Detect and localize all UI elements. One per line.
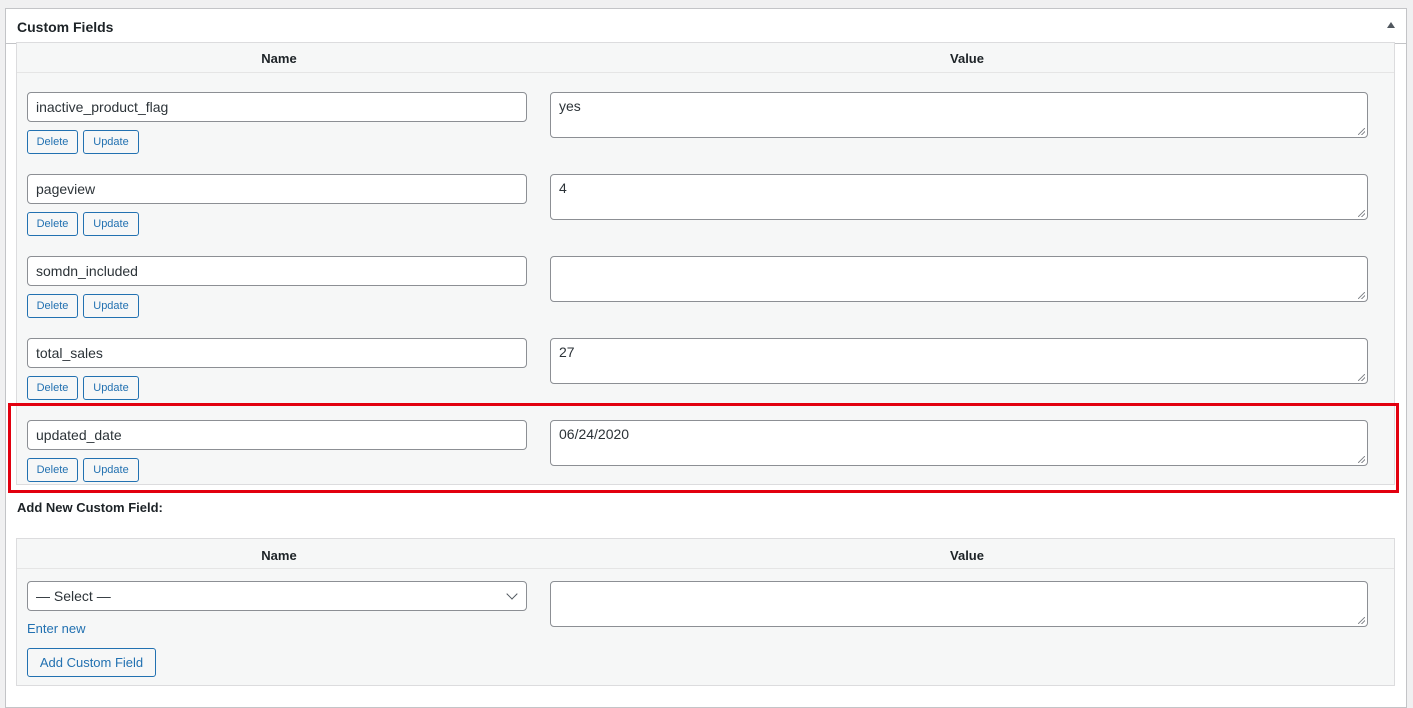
resize-grip-icon[interactable] [1358, 128, 1365, 135]
field-name-input[interactable]: updated_date [27, 420, 527, 450]
table-row: inactive_product_flag Delete Update yes [17, 92, 1394, 174]
table-row: somdn_included Delete Update [17, 256, 1394, 338]
meta-key-select[interactable]: — Select — [27, 581, 527, 611]
table-header: Name Value [17, 43, 1394, 73]
field-value-textarea[interactable]: yes [550, 92, 1368, 138]
resize-grip-icon[interactable] [1358, 374, 1365, 381]
field-name-input[interactable]: somdn_included [27, 256, 527, 286]
delete-button[interactable]: Delete [27, 294, 78, 318]
field-value-text: 06/24/2020 [559, 426, 630, 442]
delete-button[interactable]: Delete [27, 458, 78, 482]
table-row: pageview Delete Update 4 [17, 174, 1394, 256]
table-header: Name Value [17, 539, 1394, 569]
enter-new-link[interactable]: Enter new [27, 621, 86, 636]
delete-button[interactable]: Delete [27, 376, 78, 400]
custom-fields-table: Name Value inactive_product_flag Delete … [16, 42, 1395, 485]
resize-grip-icon[interactable] [1358, 292, 1365, 299]
new-field-value-textarea[interactable] [550, 581, 1368, 627]
field-name-input[interactable]: inactive_product_flag [27, 92, 527, 122]
delete-button[interactable]: Delete [27, 212, 78, 236]
resize-grip-icon[interactable] [1358, 617, 1365, 624]
update-button[interactable]: Update [83, 212, 139, 236]
field-value-text: 4 [559, 180, 567, 196]
update-button[interactable]: Update [83, 376, 139, 400]
field-name-input[interactable]: pageview [27, 174, 527, 204]
field-value-text: 27 [559, 344, 575, 360]
name-column-header: Name [261, 51, 297, 66]
triangle-up-icon[interactable] [1387, 22, 1395, 28]
table-row: updated_date Delete Update 06/24/2020 [17, 420, 1394, 502]
update-button[interactable]: Update [83, 294, 139, 318]
select-value: — Select — [36, 588, 111, 604]
value-column-header: Value [950, 51, 984, 66]
add-custom-field-table: Name Value — Select — Enter new Add Cust… [16, 538, 1395, 686]
panel-title: Custom Fields [17, 19, 114, 35]
field-name-input[interactable]: total_sales [27, 338, 527, 368]
field-value-textarea[interactable]: 27 [550, 338, 1368, 384]
value-column-header: Value [950, 548, 984, 563]
field-value-text: yes [559, 98, 581, 114]
chevron-down-icon [506, 588, 518, 600]
field-value-textarea[interactable] [550, 256, 1368, 302]
panel-header[interactable]: Custom Fields [6, 9, 1406, 44]
field-value-textarea[interactable]: 06/24/2020 [550, 420, 1368, 466]
add-new-heading: Add New Custom Field: [17, 500, 163, 515]
resize-grip-icon[interactable] [1358, 456, 1365, 463]
update-button[interactable]: Update [83, 130, 139, 154]
delete-button[interactable]: Delete [27, 130, 78, 154]
update-button[interactable]: Update [83, 458, 139, 482]
table-row: total_sales Delete Update 27 [17, 338, 1394, 420]
field-value-textarea[interactable]: 4 [550, 174, 1368, 220]
add-custom-field-button[interactable]: Add Custom Field [27, 648, 156, 677]
name-column-header: Name [261, 548, 297, 563]
resize-grip-icon[interactable] [1358, 210, 1365, 217]
